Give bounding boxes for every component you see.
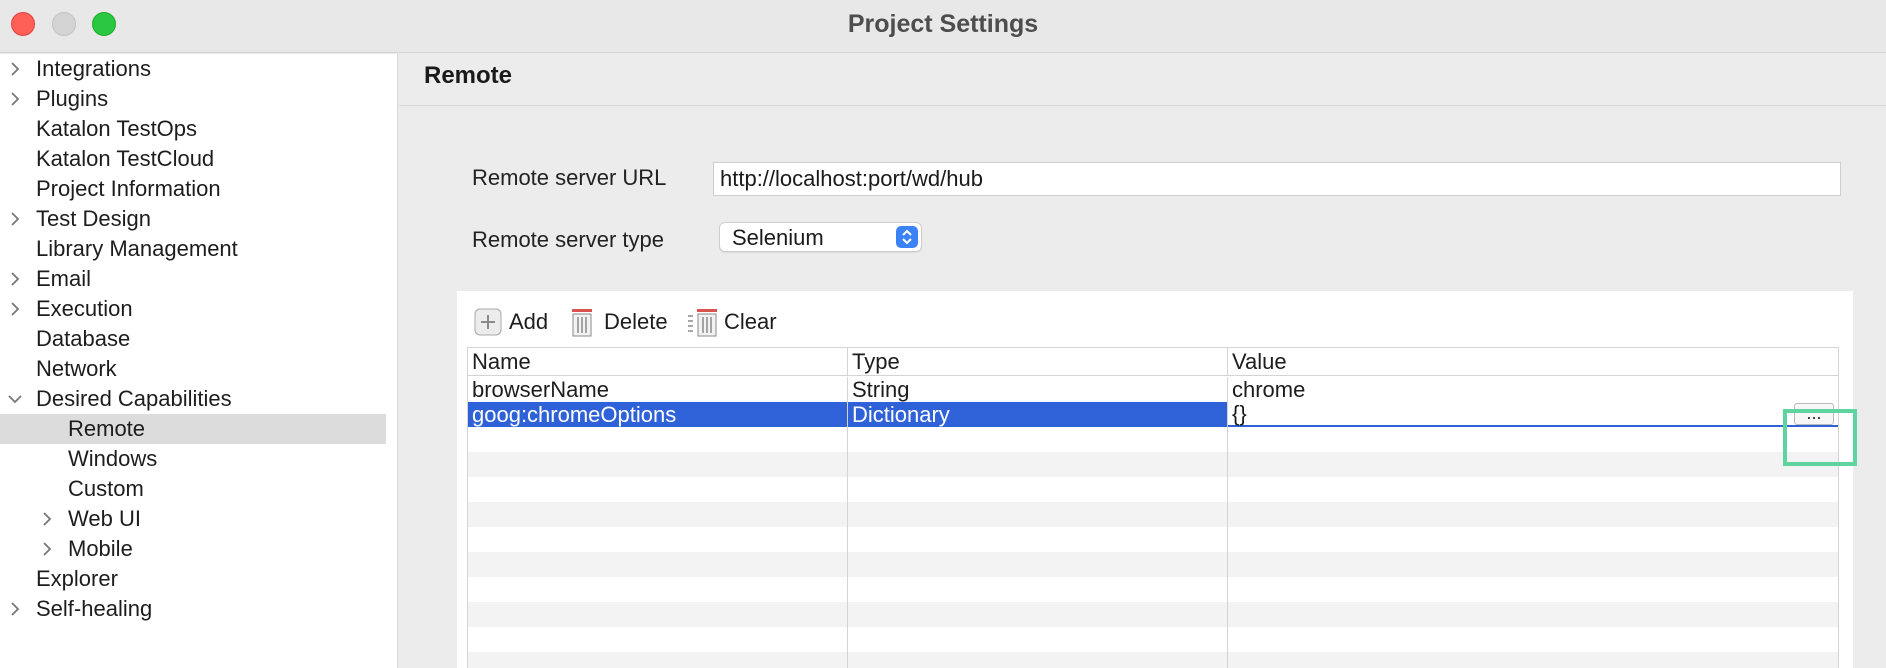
empty-row [468,477,1838,502]
table-row-selected[interactable]: goog:chromeOptions Dictionary {} ... [468,402,1838,427]
sidebar-item-label: Library Management [36,236,238,261]
sidebar-item-label: Web UI [68,506,141,531]
panel-title: Remote [424,62,513,89]
empty-row [468,427,1838,452]
chevron-right-icon[interactable] [5,204,25,234]
sidebar-item-label: Katalon TestCloud [36,146,215,171]
cell-type[interactable]: Dictionary [848,402,1228,427]
sidebar-item[interactable]: Integrations [0,54,386,84]
empty-row [468,652,1838,668]
settings-main-panel: Remote Remote server URL Remote server t… [399,54,1886,668]
remote-url-label: Remote server URL [472,165,667,190]
cell-name[interactable]: browserName [468,377,848,402]
cell-value[interactable]: chrome [1228,377,1838,402]
panel-header: Remote [399,54,1886,106]
sidebar-item-label: Database [36,326,131,351]
sidebar-item-label: Mobile [68,536,133,561]
clear-button[interactable]: Clear [687,306,787,338]
chevron-right-icon[interactable] [5,84,25,114]
column-divider [847,377,848,668]
sidebar-item[interactable]: Execution [0,294,386,324]
highlight-annotation [1783,409,1857,466]
chevron-right-icon[interactable] [37,504,57,534]
chevron-right-icon[interactable] [37,534,57,564]
capabilities-table: Name Type Value browserName String chrom… [467,347,1839,668]
column-header-type[interactable]: Type [848,348,1228,376]
chevron-right-icon[interactable] [5,294,25,324]
column-header-value[interactable]: Value [1228,348,1838,376]
sidebar-item[interactable]: Network [0,354,386,384]
value-cell-editor[interactable]: {} ... [1228,402,1838,427]
sidebar-item[interactable]: Mobile [0,534,386,564]
chevron-right-icon[interactable] [5,594,25,624]
sidebar-item[interactable]: Database [0,324,386,354]
sidebar-item[interactable]: Library Management [0,234,386,264]
empty-row [468,527,1838,552]
sidebar-item-label: Remote [68,416,146,441]
add-label: Add [509,309,549,334]
sidebar-item-label: Plugins [36,86,109,111]
empty-row [468,577,1838,602]
title-bar: Project Settings [0,0,1886,53]
sidebar-item[interactable]: Explorer [0,564,386,594]
sidebar-item[interactable]: Plugins [0,84,386,114]
sidebar-item[interactable]: Remote [0,414,386,444]
sidebar-item[interactable]: Windows [0,444,386,474]
sidebar-item[interactable]: Self-healing [0,594,386,624]
cell-name[interactable]: goog:chromeOptions [468,402,848,427]
settings-sidebar: Integrations Plugins Katalon TestOps Katalo… [0,54,398,668]
column-header-name[interactable]: Name [468,348,848,376]
column-divider [1227,377,1228,668]
sidebar-item[interactable]: Project Information [0,174,386,204]
delete-label: Delete [604,309,668,334]
sidebar-item-label: Desired Capabilities [36,386,232,411]
sidebar-item[interactable]: Custom [0,474,386,504]
empty-row [468,602,1838,627]
select-arrows-icon [896,226,918,248]
add-button[interactable]: Add [474,306,554,338]
clear-label: Clear [724,309,777,334]
sidebar-item-label: Execution [36,296,133,321]
sidebar-item[interactable]: Desired Capabilities [0,384,386,414]
empty-row [468,552,1838,577]
sidebar-item[interactable]: Test Design [0,204,386,234]
window-title: Project Settings [847,10,1039,38]
add-icon [474,308,502,345]
empty-row [468,452,1838,477]
sidebar-item-label: Test Design [36,206,151,231]
empty-row [468,502,1838,527]
cell-type[interactable]: String [848,377,1228,402]
remote-type-select[interactable]: Selenium [719,222,922,252]
value-editor-text[interactable]: {} [1232,402,1247,426]
remote-type-label: Remote server type [472,227,664,252]
chevron-right-icon[interactable] [5,264,25,294]
trash-icon [569,308,595,347]
table-row[interactable]: browserName String chrome [468,377,1838,402]
sidebar-item-label: Windows [68,446,158,471]
sidebar-item-label: Self-healing [36,596,153,621]
empty-row [468,627,1838,652]
sidebar-item-label: Email [36,266,92,291]
sidebar-item-label: Network [36,356,117,381]
sidebar-item-label: Integrations [36,56,151,81]
sidebar-item[interactable]: Katalon TestOps [0,114,386,144]
sidebar-item[interactable]: Email [0,264,386,294]
sidebar-item[interactable]: Katalon TestCloud [0,144,386,174]
remote-type-value: Selenium [732,225,824,250]
chevron-down-icon[interactable] [5,384,25,414]
sidebar-item[interactable]: Web UI [0,504,386,534]
chevron-right-icon[interactable] [5,54,25,84]
sidebar-item-label: Custom [68,476,144,501]
remote-url-input[interactable] [713,162,1841,196]
clear-list-icon [687,308,719,347]
capabilities-section: Add Delete Clear Name Type Value browser… [457,291,1853,668]
sidebar-item-label: Project Information [36,176,221,201]
sidebar-item-label: Katalon TestOps [36,116,198,141]
delete-button[interactable]: Delete [569,306,679,338]
sidebar-item-label: Explorer [36,566,118,591]
